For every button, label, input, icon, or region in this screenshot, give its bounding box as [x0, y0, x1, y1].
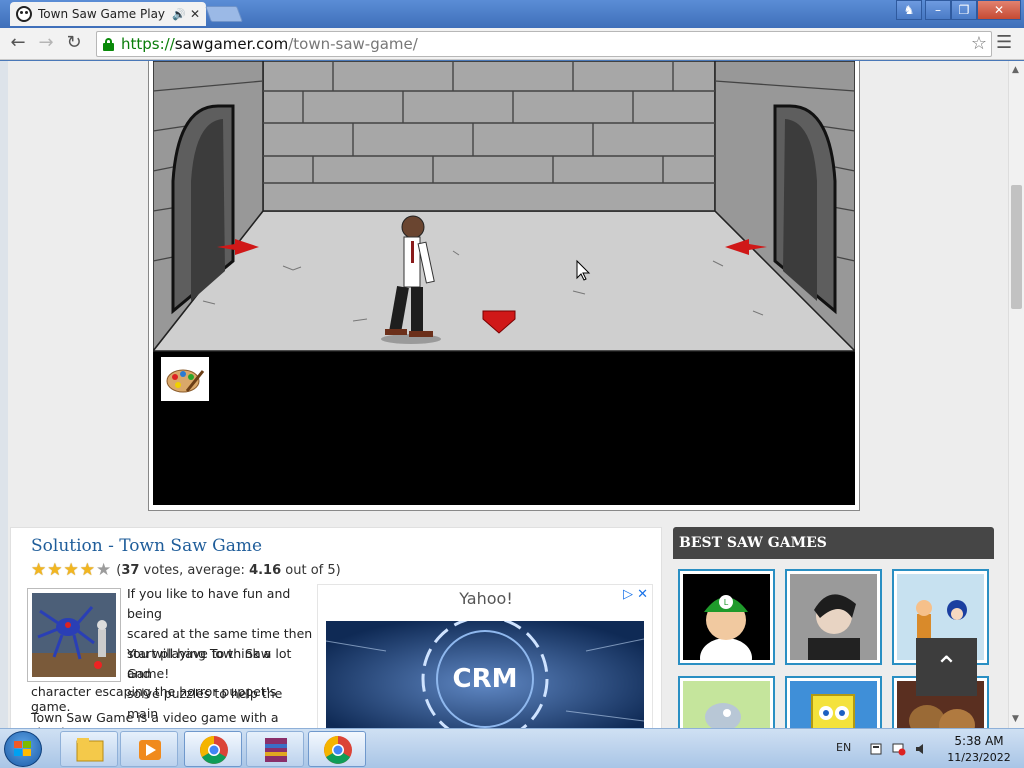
- speaker-icon[interactable]: 🔊: [172, 8, 186, 21]
- ad-controls: ▷ ✕: [623, 587, 648, 602]
- lock-icon: [103, 38, 114, 51]
- desc-line: You will have to think a lot and: [127, 646, 292, 681]
- new-tab-button[interactable]: [205, 6, 243, 22]
- ad-banner[interactable]: Yahoo! ▷ ✕ CRM: [317, 584, 653, 728]
- ad-title: Yahoo!: [459, 589, 513, 608]
- close-icon[interactable]: ✕: [190, 7, 200, 21]
- game-thumb-4[interactable]: [678, 676, 775, 728]
- star-icon[interactable]: ★: [31, 560, 46, 580]
- page-viewport: Solution - Town Saw Game ★★★★★ (37 votes…: [0, 61, 1008, 728]
- adchoices-icon[interactable]: ▷: [623, 587, 633, 602]
- url-path: /town-saw-game/: [288, 35, 418, 53]
- scrollbar-thumb[interactable]: [1011, 185, 1022, 309]
- article-title[interactable]: Solution - Town Saw Game: [31, 536, 262, 556]
- thumb-sponge: [790, 681, 877, 728]
- game-frame: [148, 61, 860, 511]
- window-titlebar: Town Saw Game Play C 🔊 ✕ ♞ – ❐ ✕: [0, 0, 1024, 28]
- ad-image[interactable]: CRM: [326, 621, 644, 728]
- star-icon[interactable]: ★: [47, 560, 62, 580]
- clock-date[interactable]: 11/23/2022: [940, 751, 1018, 764]
- game-thumb-2[interactable]: [785, 569, 882, 665]
- game-thumb-5[interactable]: [785, 676, 882, 728]
- ad-banner-text: CRM: [453, 664, 518, 694]
- rating-suffix: out of 5): [281, 563, 341, 578]
- flag-icon[interactable]: [870, 742, 884, 756]
- chrome-icon[interactable]: [184, 731, 242, 767]
- network-icon[interactable]: [892, 742, 906, 756]
- archiver-icon[interactable]: [246, 731, 304, 767]
- desc-line: scared at the same time then: [127, 626, 313, 641]
- url-scheme: https://: [121, 35, 175, 53]
- thumb-green-cap: L: [683, 574, 770, 660]
- browser-toolbar: ← → ↻ https://sawgamer.com/town-saw-game…: [0, 28, 1024, 60]
- inventory-slot[interactable]: [161, 357, 209, 401]
- vote-count: 37: [121, 563, 140, 578]
- rating-average: 4.16: [249, 563, 282, 578]
- taskbar: EN 5:38 AM 11/23/2022: [0, 728, 1024, 768]
- back-to-top-button[interactable]: ⌃: [916, 638, 977, 696]
- chrome-icon[interactable]: [308, 731, 366, 767]
- scroll-down-icon[interactable]: ▼: [1012, 714, 1019, 724]
- reload-icon[interactable]: ↻: [62, 32, 86, 56]
- media-player-icon[interactable]: [120, 731, 178, 767]
- svg-text:L: L: [724, 598, 729, 607]
- forward-icon[interactable]: →: [34, 32, 58, 56]
- file-explorer-icon[interactable]: [60, 731, 118, 767]
- palette-icon: [166, 369, 205, 393]
- maximize-button[interactable]: ❐: [951, 0, 977, 20]
- site-favicon: [16, 6, 32, 22]
- game-thumb-1[interactable]: L: [678, 569, 775, 665]
- volume-icon[interactable]: [914, 742, 928, 756]
- user-icon[interactable]: ♞: [896, 0, 922, 20]
- close-icon[interactable]: ✕: [637, 587, 648, 602]
- votes-label: votes, average:: [139, 563, 250, 578]
- windows-start-icon[interactable]: [4, 731, 42, 767]
- url-host: sawgamer.com: [174, 35, 289, 53]
- game-scene: [153, 61, 855, 353]
- desc-line: Town Saw Game is a video game with a sim…: [31, 710, 279, 728]
- star-icon[interactable]: ★: [64, 560, 79, 580]
- desc-line: If you like to have fun and being: [127, 586, 291, 621]
- clock-time[interactable]: 5:38 AM: [944, 734, 1014, 748]
- sidebar-header: BEST SAW GAMES: [673, 527, 994, 559]
- star-icon[interactable]: ★: [80, 560, 95, 580]
- game-canvas[interactable]: [153, 61, 855, 505]
- page-gutter: [0, 61, 8, 728]
- scroll-up-icon[interactable]: ▲: [1012, 65, 1019, 75]
- minimize-button[interactable]: –: [925, 0, 951, 20]
- chevron-up-icon: ⌃: [934, 650, 959, 683]
- thumb-dark-hair: [790, 574, 877, 660]
- article-card: Solution - Town Saw Game ★★★★★ (37 votes…: [10, 527, 662, 728]
- back-icon[interactable]: ←: [6, 32, 30, 56]
- star-icon[interactable]: ☆: [971, 32, 987, 56]
- page-scrollbar[interactable]: ▲ ▼: [1008, 61, 1024, 728]
- address-bar[interactable]: https://sawgamer.com/town-saw-game/ ☆: [96, 31, 992, 57]
- star-icon[interactable]: ★: [96, 560, 111, 580]
- rating-bar: ★★★★★ (37 votes, average: 4.16 out of 5): [31, 562, 341, 579]
- menu-icon[interactable]: ☰: [996, 32, 1012, 53]
- browser-tab[interactable]: Town Saw Game Play C 🔊 ✕: [10, 2, 206, 26]
- thumb-cartoon: [683, 681, 770, 728]
- system-tray: EN 5:38 AM 11/23/2022: [834, 729, 1024, 768]
- close-window-button[interactable]: ✕: [977, 0, 1021, 20]
- rating-stars[interactable]: ★★★★★: [31, 562, 112, 579]
- tab-title: Town Saw Game Play C: [38, 7, 169, 21]
- language-indicator[interactable]: EN: [836, 741, 851, 754]
